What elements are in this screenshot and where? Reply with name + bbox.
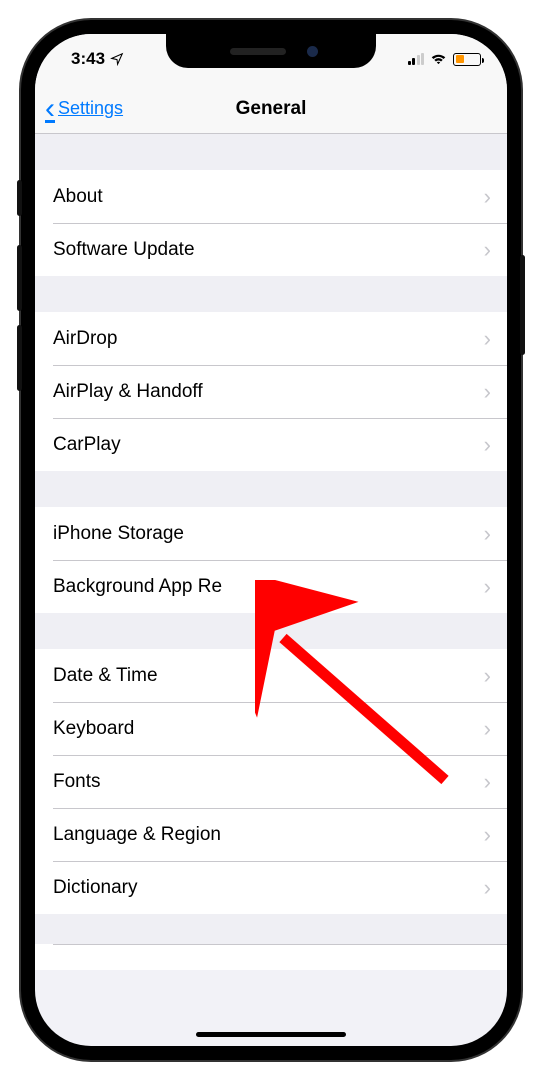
section-gap <box>35 276 507 312</box>
row-about[interactable]: About › <box>35 170 507 223</box>
row-label: About <box>53 186 103 208</box>
row-label: Language & Region <box>53 824 221 846</box>
volume-up-button <box>17 245 22 311</box>
cell-signal-icon <box>408 53 425 65</box>
row-background-app-refresh[interactable]: Background App Re › <box>35 560 507 613</box>
row-label: Fonts <box>53 771 101 793</box>
chevron-right-icon: › <box>484 574 491 600</box>
row-label: Software Update <box>53 239 195 261</box>
chevron-right-icon: › <box>484 237 491 263</box>
clock: 3:43 <box>71 49 105 69</box>
row-keyboard[interactable]: Keyboard › <box>35 702 507 755</box>
row-label: Background App Re <box>53 576 222 598</box>
chevron-left-icon: ‹ <box>45 92 55 126</box>
nav-bar: ‹ Settings General <box>35 84 507 134</box>
section-gap <box>35 134 507 170</box>
row-label: CarPlay <box>53 434 121 456</box>
row-dictionary[interactable]: Dictionary › <box>35 861 507 914</box>
row-fonts[interactable]: Fonts › <box>35 755 507 808</box>
screen: 3:43 ‹ Settings <box>35 34 507 1046</box>
row-airdrop[interactable]: AirDrop › <box>35 312 507 365</box>
chevron-right-icon: › <box>484 379 491 405</box>
row-label: Keyboard <box>53 718 134 740</box>
section-gap <box>35 471 507 507</box>
power-button <box>520 255 525 355</box>
row-partial[interactable] <box>35 944 507 970</box>
notch <box>166 34 376 68</box>
section-gap <box>35 613 507 649</box>
row-date-time[interactable]: Date & Time › <box>35 649 507 702</box>
row-airplay-handoff[interactable]: AirPlay & Handoff › <box>35 365 507 418</box>
row-label: AirDrop <box>53 328 117 350</box>
row-carplay[interactable]: CarPlay › <box>35 418 507 471</box>
section-gap <box>35 914 507 944</box>
location-icon <box>110 52 124 66</box>
row-software-update[interactable]: Software Update › <box>35 223 507 276</box>
chevron-right-icon: › <box>484 663 491 689</box>
row-label: iPhone Storage <box>53 523 184 545</box>
row-language-region[interactable]: Language & Region › <box>35 808 507 861</box>
row-label: Date & Time <box>53 665 158 687</box>
chevron-right-icon: › <box>484 326 491 352</box>
mute-switch <box>17 180 22 216</box>
home-indicator[interactable] <box>196 1032 346 1037</box>
volume-down-button <box>17 325 22 391</box>
chevron-right-icon: › <box>484 716 491 742</box>
chevron-right-icon: › <box>484 875 491 901</box>
row-label: AirPlay & Handoff <box>53 381 203 403</box>
chevron-right-icon: › <box>484 769 491 795</box>
wifi-icon <box>430 53 447 65</box>
back-button[interactable]: ‹ Settings <box>45 92 123 126</box>
chevron-right-icon: › <box>484 184 491 210</box>
phone-frame: 3:43 ‹ Settings <box>21 20 521 1060</box>
row-iphone-storage[interactable]: iPhone Storage › <box>35 507 507 560</box>
back-label: Settings <box>58 98 123 119</box>
chevron-right-icon: › <box>484 822 491 848</box>
chevron-right-icon: › <box>484 521 491 547</box>
battery-icon <box>453 53 481 66</box>
row-label: Dictionary <box>53 877 137 899</box>
chevron-right-icon: › <box>484 432 491 458</box>
